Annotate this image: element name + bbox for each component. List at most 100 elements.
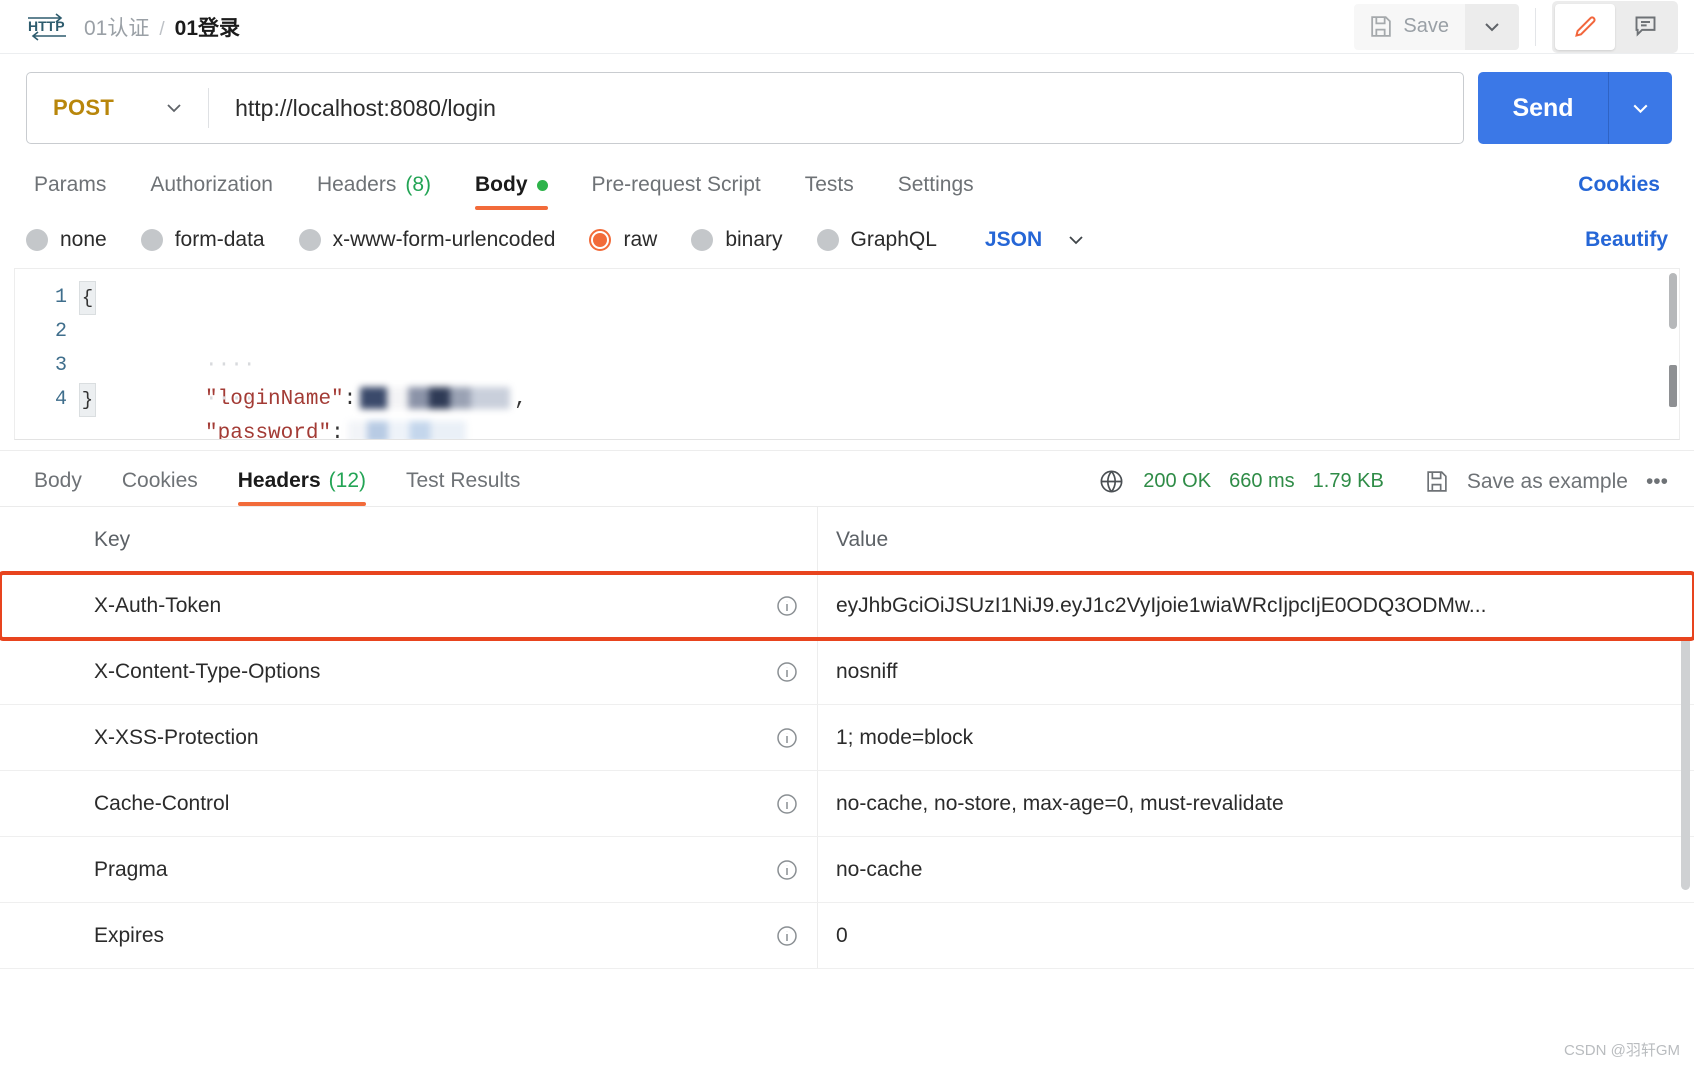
tab-settings[interactable]: Settings xyxy=(876,173,996,210)
tab-authorization[interactable]: Authorization xyxy=(128,173,295,210)
radio-icon xyxy=(816,229,839,251)
table-row[interactable]: X-XSS-Protection 1; mode=block xyxy=(0,705,1694,771)
header-key-label: X-Content-Type-Options xyxy=(94,659,321,683)
floppy-disk-icon xyxy=(1424,469,1449,494)
tab-count: (12) xyxy=(328,469,366,492)
chevron-down-icon xyxy=(1628,96,1653,121)
tab-label: Authorization xyxy=(150,173,273,196)
save-as-example-button[interactable]: Save as example xyxy=(1467,470,1628,494)
info-icon[interactable] xyxy=(775,726,799,750)
method-label: POST xyxy=(53,95,115,120)
line-number: 1 xyxy=(54,286,67,309)
response-tab-body[interactable]: Body xyxy=(26,469,102,506)
save-dropdown-button[interactable] xyxy=(1465,3,1519,50)
header-key-label: Expires xyxy=(94,923,165,947)
info-icon[interactable] xyxy=(775,792,799,816)
raw-format-selector[interactable]: JSON xyxy=(985,228,1088,252)
table-row[interactable]: Pragma no-cache xyxy=(0,837,1694,903)
response-headers-table: Key Value X-Auth-Token eyJhbGciOiJSUzI1N… xyxy=(0,506,1694,969)
editor-scrollbar[interactable] xyxy=(1669,273,1677,329)
radio-icon xyxy=(691,229,714,251)
editor-code-area[interactable]: { ···· "loginName":, ···· "password": } xyxy=(79,269,1679,439)
save-label: Save xyxy=(1403,15,1449,37)
code-line-1: { xyxy=(79,281,1679,315)
request-body-editor[interactable]: 1 2 3 4 { ···· "loginName":, ···· "passw… xyxy=(14,268,1680,440)
save-button[interactable]: Save xyxy=(1354,3,1465,50)
radio-icon-selected xyxy=(589,229,612,251)
method-selector[interactable]: POST xyxy=(27,73,208,143)
info-icon[interactable] xyxy=(775,660,799,684)
header-key: X-XSS-Protection xyxy=(78,705,818,770)
header-key: Pragma xyxy=(78,837,818,902)
body-type-x-www-form-urlencoded[interactable]: x-www-form-urlencoded xyxy=(298,228,555,252)
info-icon[interactable] xyxy=(775,924,799,948)
code-brace-open[interactable]: { xyxy=(79,281,96,315)
response-tab-cookies[interactable]: Cookies xyxy=(102,469,218,506)
breadcrumb-parent[interactable]: 01认证 xyxy=(84,12,149,42)
info-icon[interactable] xyxy=(775,858,799,882)
header-value: no-cache xyxy=(836,857,923,881)
header-key-label: X-XSS-Protection xyxy=(94,725,259,749)
more-options-button[interactable]: ••• xyxy=(1646,470,1668,494)
beautify-button[interactable]: Beautify xyxy=(1585,228,1668,252)
comment-icon xyxy=(1632,13,1659,40)
globe-icon xyxy=(1098,468,1125,495)
edit-mode-button[interactable] xyxy=(1555,3,1615,50)
tab-pre-request-script[interactable]: Pre-request Script xyxy=(570,173,783,210)
breadcrumb-current: 01登录 xyxy=(174,16,240,40)
response-tab-headers[interactable]: Headers (12) xyxy=(218,469,386,506)
code-brace-close[interactable]: } xyxy=(79,383,96,417)
code-line-2: ···· "loginName":, xyxy=(79,315,1679,411)
body-type-none[interactable]: none xyxy=(26,228,107,252)
header-key-label: Pragma xyxy=(94,857,168,881)
code-key: "password" xyxy=(205,422,332,440)
request-tab-bar: Params Authorization Headers (8) Body Pr… xyxy=(0,158,1694,210)
tab-params[interactable]: Params xyxy=(26,173,128,210)
body-type-graphql[interactable]: GraphQL xyxy=(816,228,937,252)
code-line-4: } xyxy=(79,383,1679,417)
header-key: Cache-Control xyxy=(78,771,818,836)
response-size: 1.79 KB xyxy=(1312,470,1384,492)
header-value: no-cache, no-store, max-age=0, must-reva… xyxy=(836,791,1284,815)
raw-format-label: JSON xyxy=(984,228,1043,251)
body-type-binary[interactable]: binary xyxy=(691,228,783,252)
tab-body[interactable]: Body xyxy=(453,173,570,210)
tab-label: Headers xyxy=(316,173,397,196)
body-indicator-dot-icon xyxy=(536,179,548,191)
url-row: POST http://localhost:8080/login Send xyxy=(0,54,1694,158)
radio-icon xyxy=(140,229,163,251)
header-key: X-Content-Type-Options xyxy=(78,639,818,704)
breadcrumb: 01认证 / 01登录 xyxy=(84,12,240,42)
tab-label: Body xyxy=(475,173,528,196)
url-input[interactable]: http://localhost:8080/login xyxy=(209,95,496,122)
table-row[interactable]: Expires 0 xyxy=(0,903,1694,969)
comment-button[interactable] xyxy=(1615,4,1675,50)
header-value: nosniff xyxy=(836,659,898,683)
tab-label: Params xyxy=(34,173,107,196)
send-dropdown-button[interactable] xyxy=(1608,72,1672,144)
send-button-group: Send xyxy=(1478,72,1672,144)
postman-window: HTTP 01认证 / 01登录 Save POST http://localh… xyxy=(0,0,1694,1066)
editor-gutter: 1 2 3 4 xyxy=(15,269,79,439)
table-row[interactable]: Cache-Control no-cache, no-store, max-ag… xyxy=(0,771,1694,837)
radio-label: binary xyxy=(725,228,783,251)
cookies-link[interactable]: Cookies xyxy=(1578,173,1668,210)
header-value: eyJhbGciOiJSUzI1NiJ9.eyJ1c2VyIjoie1wiaWR… xyxy=(836,593,1487,617)
send-button[interactable]: Send xyxy=(1478,72,1608,144)
editor-scrollbar-thumb[interactable] xyxy=(1669,365,1677,407)
body-type-form-data[interactable]: form-data xyxy=(140,228,265,252)
header-key: X-Auth-Token xyxy=(78,573,818,638)
tab-tests[interactable]: Tests xyxy=(783,173,876,210)
tab-headers[interactable]: Headers (8) xyxy=(295,173,453,210)
watermark: CSDN @羽轩GM xyxy=(1563,1042,1680,1059)
response-tab-test-results[interactable]: Test Results xyxy=(386,469,540,506)
http-icon: HTTP xyxy=(26,10,68,44)
radio-icon xyxy=(26,229,48,251)
pencil-icon xyxy=(1572,13,1599,40)
table-row[interactable]: X-Auth-Token eyJhbGciOiJSUzI1NiJ9.eyJ1c2… xyxy=(0,571,1694,641)
body-type-raw[interactable]: raw xyxy=(589,228,657,252)
table-row[interactable]: X-Content-Type-Options nosniff xyxy=(0,639,1694,705)
header-value: 1; mode=block xyxy=(836,725,974,749)
info-icon[interactable] xyxy=(775,594,799,618)
body-type-row: none form-data x-www-form-urlencoded raw… xyxy=(0,210,1694,268)
